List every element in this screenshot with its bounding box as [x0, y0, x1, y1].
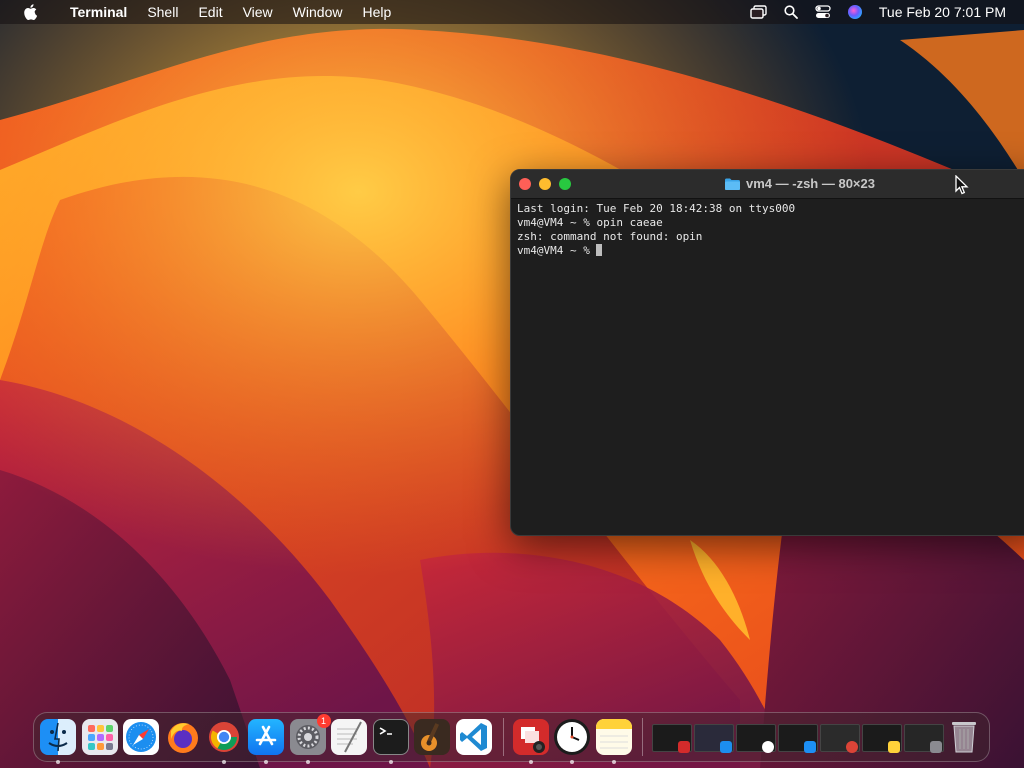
photo-booth-icon — [512, 719, 549, 755]
minimize-window-button[interactable] — [539, 178, 551, 190]
menu-help[interactable]: Help — [352, 0, 401, 24]
terminal-line: vm4@VM4 ~ % opin caeae — [517, 216, 663, 229]
dock-safari[interactable] — [122, 718, 160, 756]
chrome-icon — [206, 719, 242, 755]
photo-booth-icon — [678, 741, 691, 753]
menu-shell[interactable]: Shell — [137, 0, 188, 24]
window-title-group: vm4 — -zsh — 80×23 — [725, 170, 875, 198]
clock-icon — [554, 719, 591, 755]
menu-clock[interactable]: Tue Feb 20 7:01 PM — [871, 4, 1024, 20]
dock-notes[interactable] — [595, 718, 633, 764]
garageband-icon — [414, 719, 451, 755]
dock-clock[interactable] — [553, 718, 591, 764]
dock-system-settings[interactable]: 1 — [289, 714, 331, 764]
menu-bar: Terminal Shell Edit View Window Help Tue… — [0, 0, 1024, 24]
running-indicator — [305, 760, 310, 764]
minimized-window-app-store[interactable] — [693, 718, 735, 756]
launchpad-icon — [81, 719, 118, 755]
vscode-icon — [455, 719, 492, 755]
minimized-window-chrome[interactable] — [819, 718, 861, 756]
text-cursor — [596, 244, 603, 256]
notes-icon — [595, 719, 632, 755]
terminal-icon — [372, 719, 409, 755]
finder-icon — [40, 719, 76, 755]
minimized-window-photo-booth[interactable] — [651, 718, 693, 756]
apple-menu-icon[interactable] — [0, 0, 60, 24]
minimized-window-system-settings[interactable] — [903, 718, 945, 756]
maximize-window-button[interactable] — [559, 178, 571, 190]
menu-view[interactable]: View — [233, 0, 283, 24]
dock-launchpad[interactable] — [81, 718, 119, 756]
dock-vscode[interactable] — [455, 718, 493, 756]
minimized-window-clock[interactable] — [735, 718, 777, 756]
notification-badge: 1 — [316, 714, 331, 728]
running-indicator — [263, 760, 268, 764]
system-settings-icon — [930, 741, 943, 753]
running-indicator — [611, 760, 616, 764]
control-center-icon[interactable] — [807, 0, 839, 24]
terminal-prompt-line: vm4@VM4 ~ % — [517, 244, 1024, 258]
running-indicator — [528, 760, 533, 764]
dock-firefox[interactable] — [164, 718, 202, 756]
dock-chrome[interactable] — [205, 718, 243, 764]
dock: 1 — [33, 712, 990, 764]
running-indicator — [56, 760, 60, 764]
dock-finder[interactable] — [39, 718, 77, 764]
dock-trash[interactable] — [949, 718, 985, 756]
terminal-prompt: vm4@VM4 ~ % — [517, 244, 597, 257]
menu-edit[interactable]: Edit — [188, 0, 232, 24]
screen-mirroring-icon[interactable] — [743, 0, 775, 24]
running-indicator — [388, 760, 393, 764]
firefox-icon — [165, 719, 201, 755]
close-window-button[interactable] — [519, 178, 531, 190]
terminal-line: zsh: command not found: opin — [517, 230, 703, 243]
app-store-icon — [720, 741, 733, 753]
dock-garageband[interactable] — [413, 718, 451, 756]
dock-photo-booth[interactable] — [512, 718, 550, 764]
dock-textedit[interactable] — [330, 718, 368, 756]
menu-window[interactable]: Window — [283, 0, 353, 24]
siri-icon[interactable] — [839, 0, 871, 24]
folder-icon — [725, 178, 740, 190]
minimized-window-notes[interactable] — [861, 718, 903, 756]
menu-app-name[interactable]: Terminal — [60, 0, 137, 24]
notes-icon — [888, 741, 901, 753]
dock-app-store[interactable] — [247, 718, 285, 764]
app-store-icon — [247, 719, 284, 755]
minimized-window-finder[interactable] — [777, 718, 819, 756]
terminal-titlebar[interactable]: vm4 — -zsh — 80×23 — [511, 170, 1024, 199]
window-title: vm4 — -zsh — 80×23 — [746, 176, 875, 191]
spotlight-search-icon[interactable] — [775, 0, 807, 24]
mouse-pointer-icon — [955, 175, 969, 195]
dock-separator — [642, 718, 644, 756]
dock-terminal[interactable] — [372, 718, 410, 764]
terminal-output[interactable]: Last login: Tue Feb 20 18:42:38 on ttys0… — [511, 199, 1024, 261]
terminal-line: Last login: Tue Feb 20 18:42:38 on ttys0… — [517, 202, 796, 215]
finder-icon — [804, 741, 817, 753]
trash-icon — [952, 722, 977, 753]
terminal-window[interactable]: vm4 — -zsh — 80×23 Last login: Tue Feb 2… — [510, 169, 1024, 536]
textedit-icon — [331, 719, 368, 755]
safari-icon — [123, 719, 160, 755]
dock-separator — [502, 718, 504, 756]
